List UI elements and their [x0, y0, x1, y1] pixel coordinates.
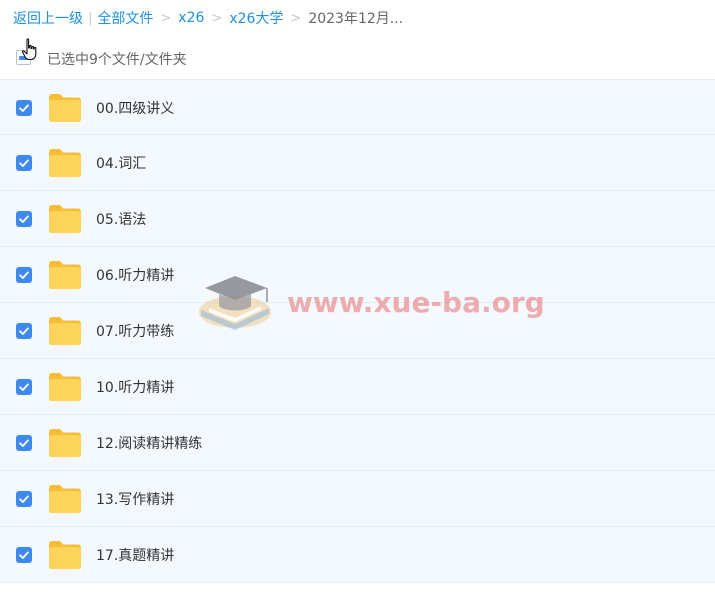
file-row[interactable]: 07.听力带练: [0, 303, 715, 359]
breadcrumb-root-link[interactable]: 全部文件: [97, 8, 153, 28]
breadcrumb-separator: >: [290, 10, 302, 26]
folder-icon: [49, 429, 81, 457]
folder-icon: [49, 373, 81, 401]
breadcrumb-separator: >: [211, 10, 223, 26]
file-row[interactable]: 05.语法: [0, 191, 715, 247]
selection-count: 已选中9个文件/文件夹: [47, 52, 187, 68]
checkbox-checked-icon[interactable]: [16, 323, 32, 339]
file-list: 00.四级讲义 04.词汇 05.语法 06.听力精讲 07.听力带练 10.听…: [0, 79, 715, 583]
file-browser: 返回上一级 | 全部文件 > x26 > x26大学 > 2023年12月...…: [0, 0, 715, 607]
folder-icon: [49, 317, 81, 345]
breadcrumb-divider: |: [88, 10, 93, 26]
file-row[interactable]: 00.四级讲义: [0, 79, 715, 135]
breadcrumb-separator: >: [160, 10, 172, 26]
file-row[interactable]: 12.阅读精讲精练: [0, 415, 715, 471]
checkbox-checked-icon[interactable]: [16, 267, 32, 283]
file-name[interactable]: 00.四级讲义: [96, 98, 174, 118]
checkbox-checked-icon[interactable]: [16, 435, 32, 451]
checkbox-checked-icon[interactable]: [16, 547, 32, 563]
breadcrumb-level2-link[interactable]: x26大学: [229, 8, 283, 28]
breadcrumb-current: 2023年12月...: [308, 11, 404, 27]
back-link[interactable]: 返回上一级: [13, 8, 83, 28]
file-name[interactable]: 17.真题精讲: [96, 545, 174, 565]
checkbox-checked-icon[interactable]: [16, 100, 32, 116]
breadcrumb-level1-link[interactable]: x26: [178, 10, 204, 26]
file-name[interactable]: 04.词汇: [96, 153, 146, 173]
file-name[interactable]: 10.听力精讲: [96, 377, 174, 397]
checkbox-checked-icon[interactable]: [16, 211, 32, 227]
file-row[interactable]: 06.听力精讲: [0, 247, 715, 303]
breadcrumb: 返回上一级 | 全部文件 > x26 > x26大学 > 2023年12月...: [13, 8, 403, 28]
file-row[interactable]: 04.词汇: [0, 135, 715, 191]
folder-icon: [49, 205, 81, 233]
file-name[interactable]: 12.阅读精讲精练: [96, 433, 202, 453]
selection-bar: 已选中9个文件/文件夹: [0, 40, 715, 76]
file-name[interactable]: 13.写作精讲: [96, 489, 174, 509]
folder-icon: [49, 541, 81, 569]
file-name[interactable]: 05.语法: [96, 209, 146, 229]
file-name[interactable]: 07.听力带练: [96, 321, 174, 341]
folder-icon: [49, 261, 81, 289]
folder-icon: [49, 94, 81, 122]
folder-icon: [49, 485, 81, 513]
file-row[interactable]: 10.听力精讲: [0, 359, 715, 415]
file-name[interactable]: 06.听力精讲: [96, 265, 174, 285]
folder-icon: [49, 149, 81, 177]
hand-pointer-icon: [21, 38, 37, 61]
checkbox-checked-icon[interactable]: [16, 491, 32, 507]
file-row[interactable]: 17.真题精讲: [0, 527, 715, 583]
checkbox-checked-icon[interactable]: [16, 155, 32, 171]
checkbox-checked-icon[interactable]: [16, 379, 32, 395]
file-row[interactable]: 13.写作精讲: [0, 471, 715, 527]
